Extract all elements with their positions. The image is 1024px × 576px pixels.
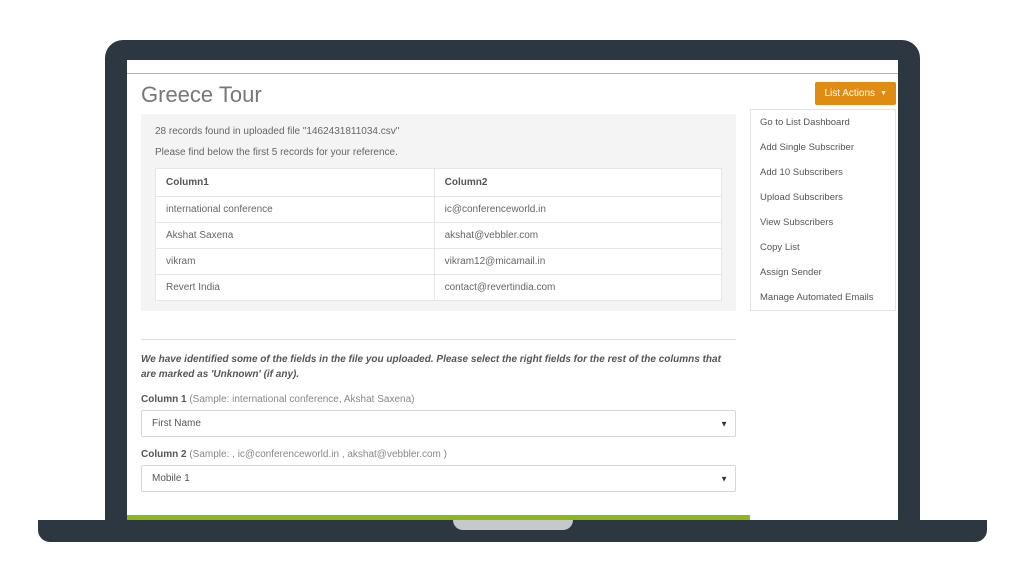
table-cell: Akshat Saxena: [156, 223, 435, 249]
laptop-frame: Greece Tour 28 records found in uploaded…: [105, 40, 920, 520]
column1-select-wrap: First Name ▼: [141, 410, 736, 437]
dropdown-item-add-10-subscribers[interactable]: Add 10 Subscribers: [751, 160, 895, 185]
column2-select[interactable]: Mobile 1: [141, 465, 736, 492]
laptop-base: [38, 520, 987, 542]
table-row: Revert India contact@revertindia.com: [156, 275, 722, 301]
upload-info-panel: 28 records found in uploaded file "14624…: [141, 114, 736, 311]
table-row: vikram vikram12@micamail.in: [156, 249, 722, 275]
table-cell: vikram12@micamail.in: [434, 249, 721, 275]
dropdown-item-view-subscribers[interactable]: View Subscribers: [751, 210, 895, 235]
laptop-notch: [453, 520, 573, 530]
list-actions-button[interactable]: List Actions ▼: [815, 82, 896, 105]
list-actions-dropdown: Go to List Dashboard Add Single Subscrib…: [750, 109, 896, 311]
preview-table: Column1 Column2 international conference…: [155, 168, 722, 301]
table-row: international conference ic@conferencewo…: [156, 197, 722, 223]
table-cell: international conference: [156, 197, 435, 223]
records-found-text: 28 records found in uploaded file "14624…: [155, 126, 722, 137]
screen: Greece Tour 28 records found in uploaded…: [127, 60, 898, 520]
dropdown-item-manage-automated-emails[interactable]: Manage Automated Emails: [751, 285, 895, 310]
dropdown-item-add-single-subscriber[interactable]: Add Single Subscriber: [751, 135, 895, 160]
list-actions-label: List Actions: [824, 88, 875, 99]
table-header-col1: Column1: [156, 169, 435, 197]
column1-label: Column 1 (Sample: international conferen…: [141, 394, 736, 405]
dropdown-item-assign-sender[interactable]: Assign Sender: [751, 260, 895, 285]
right-column: List Actions ▼ Go to List Dashboard Add …: [750, 74, 898, 520]
column2-select-wrap: Mobile 1 ▼: [141, 465, 736, 492]
table-header-row: Column1 Column2: [156, 169, 722, 197]
table-cell: vikram: [156, 249, 435, 275]
main-column: Greece Tour 28 records found in uploaded…: [127, 74, 750, 520]
table-cell: contact@revertindia.com: [434, 275, 721, 301]
table-cell: Revert India: [156, 275, 435, 301]
column1-select[interactable]: First Name: [141, 410, 736, 437]
chevron-down-icon: ▼: [880, 90, 887, 97]
reference-text: Please find below the first 5 records fo…: [155, 147, 722, 158]
dropdown-item-copy-list[interactable]: Copy List: [751, 235, 895, 260]
browser-bar: [127, 60, 898, 74]
table-header-col2: Column2: [434, 169, 721, 197]
page-title: Greece Tour: [141, 82, 736, 108]
table-cell: ic@conferenceworld.in: [434, 197, 721, 223]
table-row: Akshat Saxena akshat@vebbler.com: [156, 223, 722, 249]
identify-note: We have identified some of the fields in…: [141, 352, 736, 382]
section-divider: [141, 339, 736, 340]
dropdown-item-upload-subscribers[interactable]: Upload Subscribers: [751, 185, 895, 210]
dropdown-item-go-to-dashboard[interactable]: Go to List Dashboard: [751, 110, 895, 135]
content-area: Greece Tour 28 records found in uploaded…: [127, 74, 898, 520]
column2-label: Column 2 (Sample: , ic@conferenceworld.i…: [141, 449, 736, 460]
table-cell: akshat@vebbler.com: [434, 223, 721, 249]
